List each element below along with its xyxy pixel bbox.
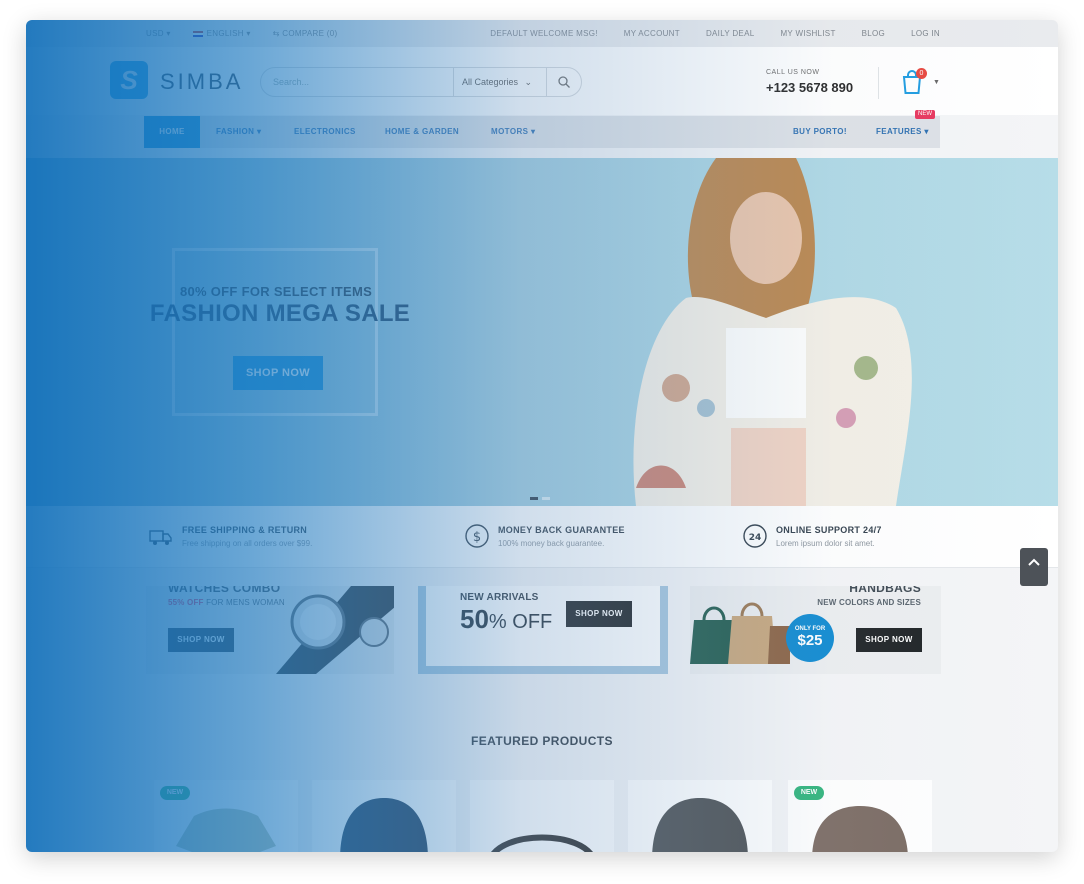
logo-icon[interactable]: S: [110, 61, 148, 99]
banner-title: HANDBAGS: [849, 586, 921, 595]
banner-shop-now-button[interactable]: SHOP NOW: [566, 601, 632, 627]
cart-dropdown-icon[interactable]: ▼: [933, 79, 940, 86]
new-badge: NEW: [794, 786, 824, 800]
my-account-link[interactable]: MY ACCOUNT: [624, 29, 680, 38]
search-icon[interactable]: [557, 75, 571, 89]
watches-image: [276, 586, 394, 674]
banner-discount: 50% OFF: [460, 604, 552, 635]
discount-suffix: % OFF: [488, 611, 553, 633]
price-badge: ONLY FOR $25: [786, 614, 834, 662]
hero-slider[interactable]: 80% OFF FOR SELECT ITEMS FASHION MEGA SA…: [26, 158, 1058, 506]
scroll-to-top-button[interactable]: [1020, 548, 1048, 586]
feature-text: Free shipping on all orders over $99.: [182, 539, 313, 548]
chevron-down-icon: ⌄: [524, 77, 533, 87]
nav-label: FASHION: [216, 127, 255, 136]
svg-text:$: $: [473, 530, 481, 545]
main-nav: HOME FASHION ▾ ELECTRONICS HOME & GARDEN…: [144, 110, 940, 148]
search-bar: Search... All Categories ⌄: [260, 67, 582, 97]
slider-dot[interactable]: [530, 497, 538, 500]
hero-shop-now-button[interactable]: SHOP NOW: [233, 356, 323, 390]
discount-number: 50: [460, 604, 489, 634]
login-link[interactable]: LOG IN: [911, 29, 940, 38]
hero-frame: [172, 248, 378, 416]
product-card[interactable]: NEW: [154, 780, 298, 852]
feature-text: Lorem ipsum dolor sit amet.: [776, 539, 875, 548]
product-image-beanie-grey: [652, 798, 748, 852]
cart-count-badge: 0: [916, 68, 927, 79]
product-card[interactable]: NEW: [788, 780, 932, 852]
flag-icon: [192, 30, 203, 37]
banner-subtitle: NEW COLORS AND SIZES: [817, 598, 921, 607]
product-card[interactable]: [470, 780, 614, 852]
hero-title: FASHION MEGA SALE: [149, 300, 411, 327]
nav-item-home-garden[interactable]: HOME & GARDEN: [385, 116, 459, 148]
product-image-beanie-blue: [340, 798, 428, 852]
banner-label: NEW ARRIVALS: [460, 592, 539, 603]
dollar-icon: $: [465, 524, 489, 548]
compare-link[interactable]: ⇆ COMPARE (0): [273, 29, 338, 38]
phone-number[interactable]: +123 5678 890: [766, 80, 853, 95]
nav-label: FEATURES: [876, 127, 922, 136]
banner-watches[interactable]: WATCHES COMBO 55% OFF FOR MENS WOMAN SHO…: [146, 586, 394, 674]
price-value: $25: [797, 632, 823, 649]
feature-text: 100% money back guarantee.: [498, 539, 605, 548]
language-selector[interactable]: ENGLISH ▾: [192, 29, 251, 38]
features-strip: FREE SHIPPING & RETURN Free shipping on …: [26, 506, 1058, 568]
nav-item-electronics[interactable]: ELECTRONICS: [294, 116, 356, 148]
currency-label: USD: [146, 29, 164, 38]
product-image-cap: [812, 806, 908, 852]
browser-screenshot-frame: USD ▾ ENGLISH ▾ ⇆ COMPARE (0) DEFAULT WE…: [26, 20, 1058, 852]
search-input[interactable]: Search...: [273, 77, 309, 87]
nav-item-fashion[interactable]: FASHION ▾: [216, 116, 261, 148]
nav-label: MOTORS: [491, 127, 529, 136]
product-card[interactable]: [628, 780, 772, 852]
support-24-icon: 24: [743, 524, 767, 548]
hero-subtitle: 80% OFF FOR SELECT ITEMS: [179, 284, 373, 299]
nav-item-features[interactable]: FEATURES ▾: [876, 116, 929, 148]
banner-handbags[interactable]: HANDBAGS NEW COLORS AND SIZES ONLY FOR $…: [690, 586, 941, 674]
nav-item-buy-porto[interactable]: BUY PORTO!: [793, 116, 847, 148]
discount-text: 55% OFF: [168, 598, 204, 607]
call-us-label: CALL US NOW: [766, 69, 820, 76]
divider: [878, 67, 879, 99]
hero-model-image: [633, 158, 912, 506]
compare-label: COMPARE (0): [282, 29, 338, 38]
daily-deal-link[interactable]: DAILY DEAL: [706, 29, 755, 38]
category-select[interactable]: All Categories ⌄: [453, 68, 547, 96]
truck-icon: [149, 530, 172, 545]
logo-text[interactable]: SIMBA: [160, 69, 243, 95]
banner-shop-now-button[interactable]: SHOP NOW: [168, 628, 234, 652]
site-header: S SIMBA Search... All Categories ⌄ CALL …: [26, 47, 1058, 115]
slider-dot[interactable]: [542, 497, 550, 500]
top-bar: USD ▾ ENGLISH ▾ ⇆ COMPARE (0) DEFAULT WE…: [26, 20, 1058, 47]
handbags-image: [690, 602, 790, 664]
feature-title: ONLINE SUPPORT 24/7: [776, 525, 882, 535]
category-label: All Categories: [462, 77, 519, 87]
featured-products-heading: FEATURED PRODUCTS: [471, 734, 613, 748]
my-wishlist-link[interactable]: MY WISHLIST: [780, 29, 835, 38]
banner-shop-now-button[interactable]: SHOP NOW: [856, 628, 922, 652]
product-card[interactable]: [312, 780, 456, 852]
svg-text:24: 24: [749, 533, 762, 543]
slider-dots[interactable]: [530, 487, 554, 505]
welcome-msg: DEFAULT WELCOME MSG!: [490, 29, 598, 38]
product-image-sweater: [176, 808, 276, 852]
currency-selector[interactable]: USD ▾: [146, 29, 171, 38]
new-badge: NEW: [160, 786, 190, 800]
banner-new-arrivals[interactable]: NEW ARRIVALS 50% OFF SHOP NOW: [418, 586, 668, 674]
language-label: ENGLISH: [206, 29, 244, 38]
chevron-up-icon: [1028, 558, 1040, 566]
product-image-bracelet: [491, 834, 593, 852]
new-badge: NEW: [915, 110, 935, 119]
feature-title: FREE SHIPPING & RETURN: [182, 525, 308, 535]
feature-title: MONEY BACK GUARANTEE: [498, 525, 625, 535]
blog-link[interactable]: BLOG: [862, 29, 885, 38]
nav-item-home[interactable]: HOME: [144, 116, 200, 148]
nav-item-motors[interactable]: MOTORS ▾: [491, 116, 535, 148]
